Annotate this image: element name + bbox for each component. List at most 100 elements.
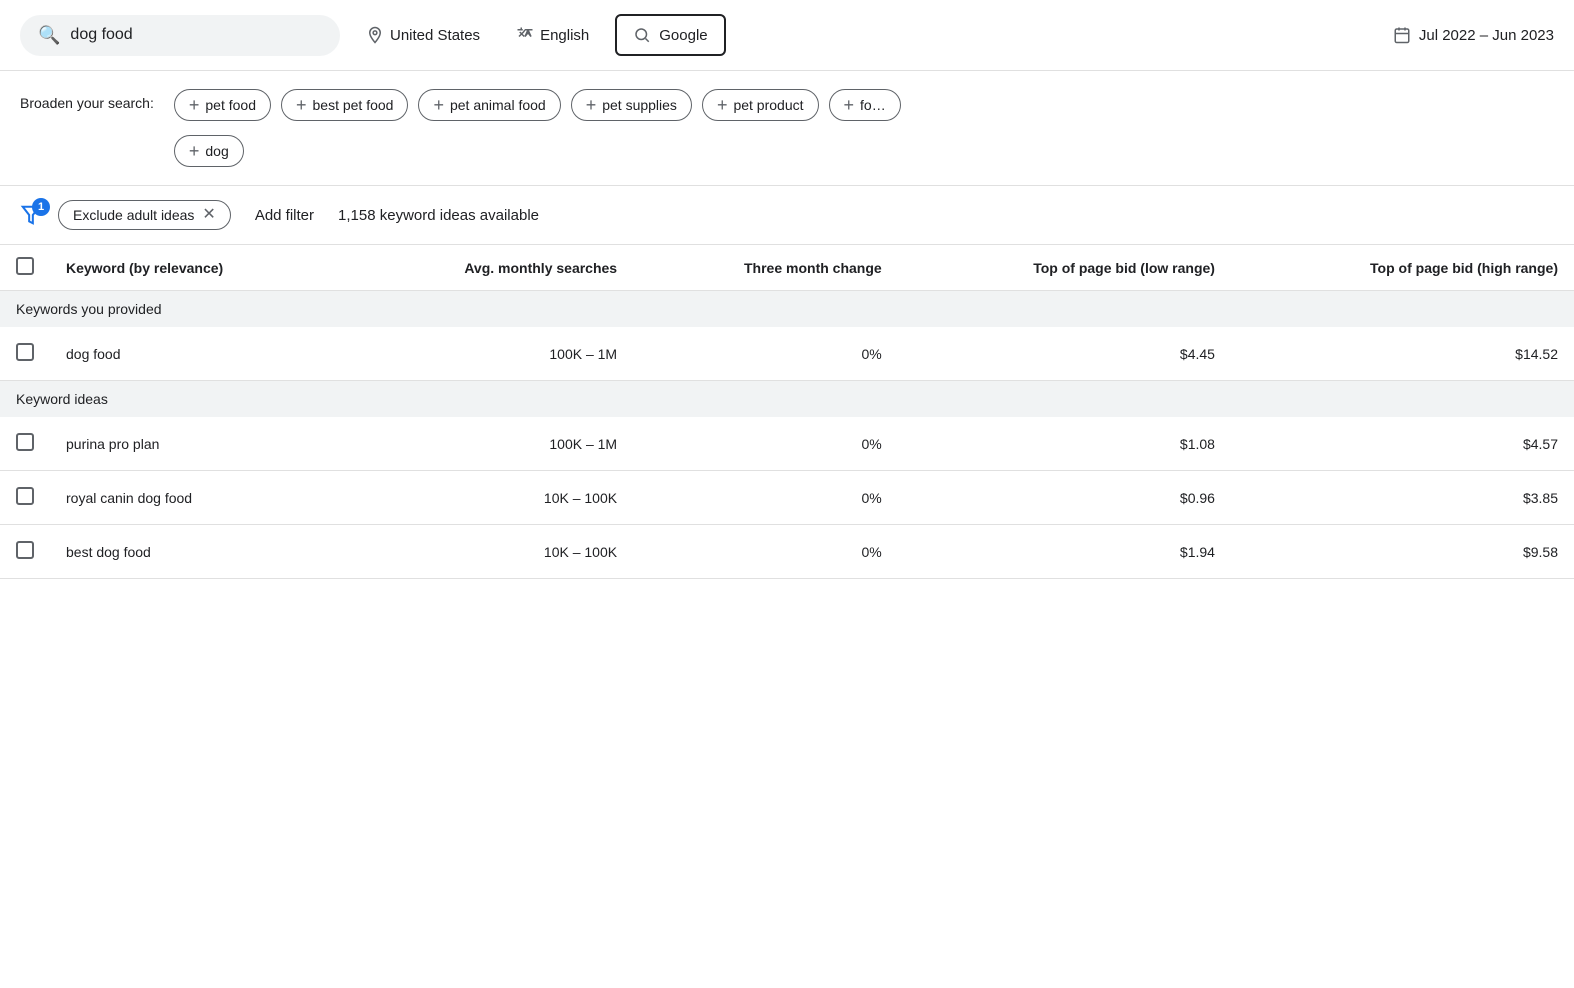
bid-low-cell: $1.08 (898, 417, 1231, 471)
bid-low-cell: $1.94 (898, 525, 1231, 579)
keyword-table-wrap: Keyword (by relevance) Avg. monthly sear… (0, 245, 1574, 579)
search-engine-label: Google (659, 27, 707, 44)
plus-icon: + (433, 96, 444, 114)
location-label: United States (390, 27, 480, 44)
bid-low-cell: $0.96 (898, 471, 1231, 525)
col-keyword-label: Keyword (by relevance) (66, 260, 223, 276)
keyword-value: dog food (66, 346, 121, 362)
col-avg-label: Avg. monthly searches (464, 260, 617, 276)
broaden-chip-pet-food[interactable]: + pet food (174, 89, 271, 121)
search-icon: 🔍 (38, 25, 60, 46)
three-month-value: 0% (861, 490, 881, 506)
translate-icon (516, 26, 534, 44)
bid-low-cell: $4.45 (898, 327, 1231, 381)
avg-monthly-value: 10K – 100K (544, 490, 617, 506)
row-checkbox[interactable] (16, 343, 34, 361)
col-three-month-label: Three month change (744, 260, 882, 276)
chip-label: best pet food (313, 97, 394, 113)
col-keyword[interactable]: Keyword (by relevance) (50, 245, 345, 291)
three-month-value: 0% (861, 346, 881, 362)
col-checkbox (0, 245, 50, 291)
row-checkbox-cell (0, 525, 50, 579)
section-header-ideas: Keyword ideas (0, 381, 1574, 418)
broaden-chip-best-pet-food[interactable]: + best pet food (281, 89, 408, 121)
avg-monthly-cell: 10K – 100K (345, 525, 633, 579)
broaden-chip-dog[interactable]: + dog (174, 135, 244, 167)
broaden-chip-pet-product[interactable]: + pet product (702, 89, 819, 121)
plus-icon: + (844, 96, 855, 114)
broaden-label: Broaden your search: (20, 89, 154, 111)
three-month-cell: 0% (633, 471, 898, 525)
chip-label: fo… (860, 97, 886, 113)
bid-high-cell: $9.58 (1231, 525, 1574, 579)
keyword-cell: purina pro plan (50, 417, 345, 471)
exclude-adult-label: Exclude adult ideas (73, 207, 194, 223)
table-row: royal canin dog food 10K – 100K 0% $0.96… (0, 471, 1574, 525)
keyword-count: 1,158 keyword ideas available (338, 207, 539, 224)
bid-low-value: $0.96 (1180, 490, 1215, 506)
close-icon[interactable]: ✕ (202, 207, 215, 223)
section-label-provided: Keywords you provided (0, 291, 1574, 328)
bid-low-value: $4.45 (1180, 346, 1215, 362)
exclude-adult-chip[interactable]: Exclude adult ideas ✕ (58, 200, 231, 230)
avg-monthly-cell: 100K – 1M (345, 417, 633, 471)
bid-low-value: $1.08 (1180, 436, 1215, 452)
language-label: English (540, 27, 589, 44)
col-three-month[interactable]: Three month change (633, 245, 898, 291)
chip-label: dog (205, 143, 228, 159)
avg-monthly-value: 10K – 100K (544, 544, 617, 560)
bid-high-value: $9.58 (1523, 544, 1558, 560)
search-engine-button[interactable]: Google (615, 14, 725, 56)
table-row: purina pro plan 100K – 1M 0% $1.08 $4.57 (0, 417, 1574, 471)
col-bid-high[interactable]: Top of page bid (high range) (1231, 245, 1574, 291)
table-header-row: Keyword (by relevance) Avg. monthly sear… (0, 245, 1574, 291)
search-input[interactable] (70, 26, 290, 44)
broaden-chip-overflow[interactable]: + fo… (829, 89, 901, 121)
col-avg-monthly[interactable]: Avg. monthly searches (345, 245, 633, 291)
filter-icon-wrap: 1 (20, 204, 42, 226)
date-range[interactable]: Jul 2022 – Jun 2023 (1393, 26, 1554, 44)
keyword-table: Keyword (by relevance) Avg. monthly sear… (0, 245, 1574, 579)
chip-label: pet supplies (602, 97, 677, 113)
broaden-chips: + pet food + best pet food + pet animal … (174, 89, 981, 167)
search-engine-icon (633, 26, 651, 44)
plus-icon: + (586, 96, 597, 114)
keyword-cell: dog food (50, 327, 345, 381)
broaden-chip-pet-animal-food[interactable]: + pet animal food (418, 89, 560, 121)
select-all-checkbox[interactable] (16, 257, 34, 275)
row-checkbox[interactable] (16, 433, 34, 451)
section-header-provided: Keywords you provided (0, 291, 1574, 328)
search-box[interactable]: 🔍 (20, 15, 340, 56)
language-button[interactable]: English (506, 18, 599, 52)
col-bid-high-label: Top of page bid (high range) (1370, 260, 1558, 276)
bid-high-cell: $14.52 (1231, 327, 1574, 381)
date-range-label: Jul 2022 – Jun 2023 (1419, 27, 1554, 44)
row-checkbox-cell (0, 417, 50, 471)
broaden-chip-pet-supplies[interactable]: + pet supplies (571, 89, 692, 121)
col-bid-low-label: Top of page bid (low range) (1033, 260, 1215, 276)
row-checkbox[interactable] (16, 487, 34, 505)
row-checkbox[interactable] (16, 541, 34, 559)
add-filter-button[interactable]: Add filter (247, 203, 322, 228)
bid-high-value: $4.57 (1523, 436, 1558, 452)
avg-monthly-cell: 100K – 1M (345, 327, 633, 381)
bid-high-value: $3.85 (1523, 490, 1558, 506)
bid-high-value: $14.52 (1515, 346, 1558, 362)
filter-badge: 1 (32, 198, 50, 216)
plus-icon: + (189, 142, 200, 160)
three-month-cell: 0% (633, 327, 898, 381)
row-checkbox-cell (0, 327, 50, 381)
section-label-ideas: Keyword ideas (0, 381, 1574, 418)
chip-label: pet food (205, 97, 256, 113)
keyword-cell: best dog food (50, 525, 345, 579)
table-row: best dog food 10K – 100K 0% $1.94 $9.58 (0, 525, 1574, 579)
chip-label: pet product (733, 97, 803, 113)
location-button[interactable]: United States (356, 18, 490, 52)
top-bar: 🔍 United States English Google Jul 2022 … (0, 0, 1574, 71)
location-icon (366, 26, 384, 44)
three-month-value: 0% (861, 544, 881, 560)
broaden-label-text: Broaden your search: (20, 95, 154, 111)
avg-monthly-cell: 10K – 100K (345, 471, 633, 525)
col-bid-low[interactable]: Top of page bid (low range) (898, 245, 1231, 291)
three-month-cell: 0% (633, 417, 898, 471)
